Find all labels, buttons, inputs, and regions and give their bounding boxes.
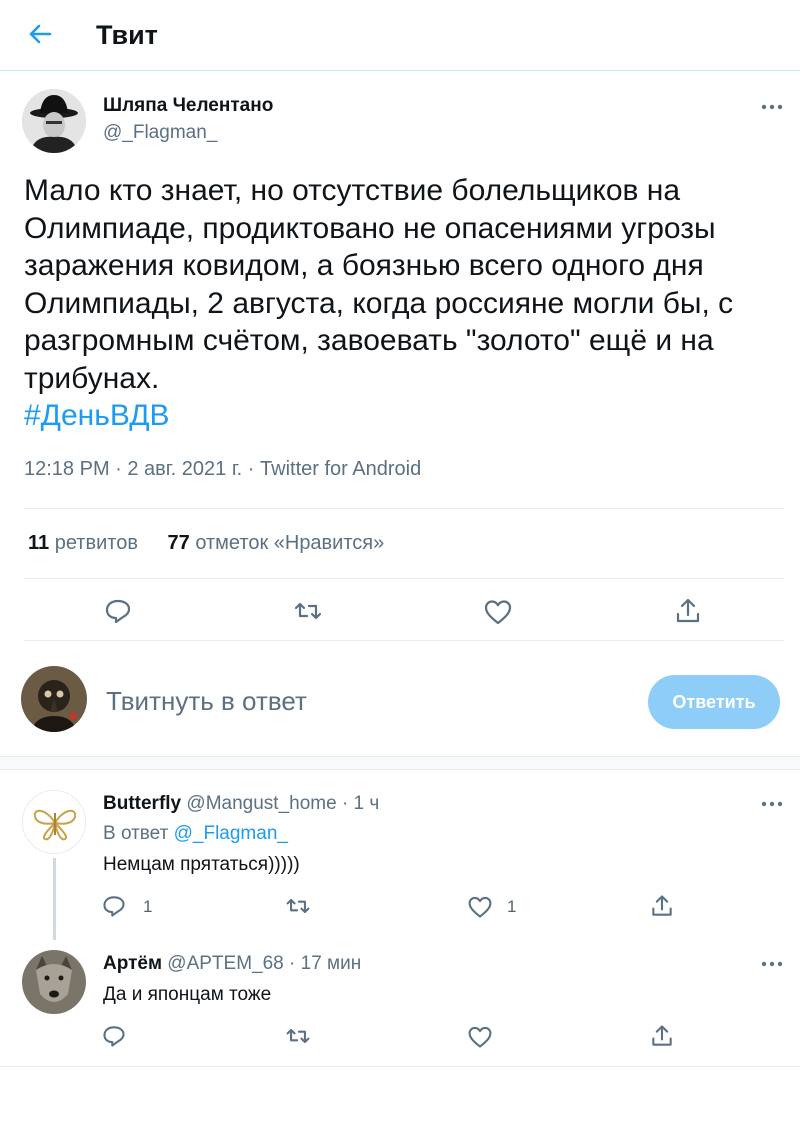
like-count: 1 (507, 897, 517, 916)
reply-icon[interactable] (101, 1023, 127, 1049)
reply-author-handle[interactable]: @Mangust_home (186, 793, 336, 814)
reply-header: Butterfly @Mangust_home · 1 ч (103, 792, 379, 816)
section-divider (0, 756, 800, 770)
likes-count: 77 (167, 532, 190, 554)
reply-time[interactable]: · 1 ч (342, 793, 379, 814)
likes-stat[interactable]: 77 отметок «Нравится» (168, 532, 385, 554)
divider (24, 640, 784, 641)
retweets-stat[interactable]: 11 ретвитов (28, 532, 138, 554)
reply-header: Артём @APTEM_68 · 17 мин (103, 952, 361, 976)
retweet-icon[interactable] (293, 596, 323, 626)
more-icon[interactable] (760, 800, 784, 808)
reply-count: 1 (143, 897, 153, 916)
reply-time[interactable]: · 17 мин (289, 953, 361, 974)
share-icon[interactable] (649, 1023, 675, 1049)
author-name[interactable]: Шляпа Челентано (103, 95, 273, 117)
tweet-body: Мало кто знает, но отсутствие болельщико… (24, 174, 734, 395)
reply-button[interactable]: Ответить (648, 675, 780, 729)
divider (24, 508, 784, 509)
arrow-left-icon[interactable] (24, 18, 56, 50)
reply-text: Немцам прятаться))))) (103, 854, 300, 875)
more-icon[interactable] (760, 960, 784, 968)
thread-line (53, 858, 56, 940)
heart-icon[interactable] (467, 1024, 493, 1050)
tweet-stats: 11 ретвитов 77 отметок «Нравится» (28, 532, 384, 555)
heart-icon[interactable] (483, 597, 513, 627)
more-icon[interactable] (760, 103, 784, 111)
reply-to-handle[interactable]: @_Flagman_ (174, 823, 288, 844)
reply-author-handle[interactable]: @APTEM_68 (167, 953, 283, 974)
author-handle[interactable]: @_Flagman_ (103, 122, 217, 144)
likes-label: отметок «Нравится» (195, 532, 385, 554)
tweet-meta[interactable]: 12:18 PM · 2 авг. 2021 г. · Twitter for … (24, 458, 421, 481)
reply-author-name[interactable]: Butterfly (103, 793, 181, 814)
avatar[interactable] (22, 89, 86, 153)
retweets-count: 11 (28, 532, 50, 554)
tweet-text: Мало кто знает, но отсутствие болельщико… (24, 172, 784, 435)
reply-icon[interactable] (103, 596, 133, 626)
share-icon[interactable] (673, 596, 703, 626)
share-icon[interactable] (649, 893, 675, 919)
top-bar: Твит (0, 0, 800, 71)
avatar[interactable] (22, 790, 86, 854)
retweets-label: ретвитов (54, 532, 138, 554)
reply-input[interactable]: Твитнуть в ответ (106, 686, 307, 717)
reply-text: Да и японцам тоже (103, 984, 272, 1005)
heart-icon[interactable] (467, 894, 493, 920)
page-title: Твит (96, 20, 158, 50)
reply-icon[interactable] (101, 893, 127, 919)
retweet-icon[interactable] (285, 893, 311, 919)
my-avatar[interactable] (21, 666, 87, 732)
divider (0, 1066, 800, 1067)
reply-author-name[interactable]: Артём (103, 953, 162, 974)
retweet-icon[interactable] (285, 1023, 311, 1049)
reply-to-prefix: В ответ (103, 823, 169, 844)
divider (24, 578, 784, 579)
avatar[interactable] (22, 950, 86, 1014)
reply-to: В ответ @_Flagman_ (103, 822, 288, 846)
hashtag-link[interactable]: #ДеньВДВ (24, 397, 784, 435)
